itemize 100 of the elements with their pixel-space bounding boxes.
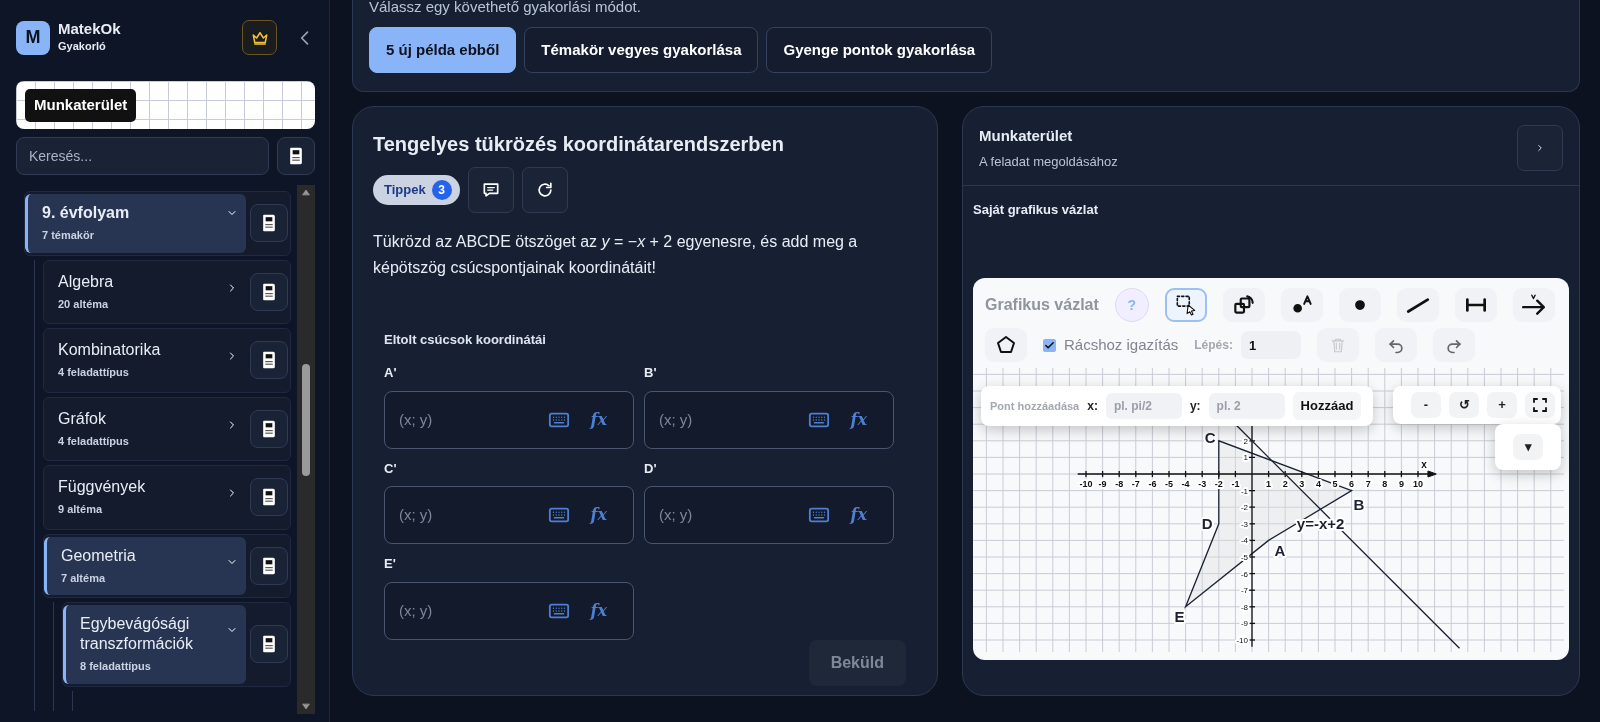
item-label: Kombinatorika xyxy=(58,340,162,360)
checkbox-label: Rácshoz igazítás xyxy=(1064,334,1179,355)
item-count: 8 feladattípus xyxy=(80,659,152,674)
coordinate-field[interactable]: (x; y) fx xyxy=(644,486,894,545)
refresh-button[interactable] xyxy=(521,167,568,213)
tick-label: -6 xyxy=(1240,569,1248,579)
book-button[interactable] xyxy=(250,409,288,448)
tree-item[interactable]: Geometria 7 altéma xyxy=(44,536,246,595)
line-tool[interactable] xyxy=(1396,288,1439,322)
x-field[interactable]: pl. pi/2 xyxy=(1105,392,1182,419)
mode-button[interactable]: Témakör vegyes gyakorlása xyxy=(524,26,759,73)
panel-title: Munkaterület xyxy=(979,126,1074,146)
transform-tool[interactable] xyxy=(1222,288,1265,322)
tick-label: -4 xyxy=(1240,536,1248,546)
polygon-tool[interactable] xyxy=(985,328,1027,362)
coordinate-field[interactable]: (x; y) fx xyxy=(384,486,634,545)
fullscreen-button[interactable] xyxy=(1525,392,1555,418)
app-subtitle: Gyakorló xyxy=(58,38,107,54)
formula-button[interactable]: fx xyxy=(850,503,867,528)
problem-title: Tengelyes tükrözés koordinátarendszerben xyxy=(373,132,785,157)
workspace-preview[interactable]: Munkaterület xyxy=(16,81,315,129)
labeled-point-tool[interactable] xyxy=(1280,288,1323,322)
vector-icon xyxy=(1520,292,1547,318)
scroll-down-icon[interactable] xyxy=(301,703,311,711)
tips-count: 3 xyxy=(431,180,452,200)
tick-label: 5 xyxy=(1332,479,1338,489)
field-label: D' xyxy=(644,459,658,478)
field-label: y: xyxy=(1189,397,1201,415)
redo-button[interactable] xyxy=(1432,328,1475,362)
tick-label: 9 xyxy=(1398,479,1404,489)
tick-label: 10 xyxy=(1413,479,1423,489)
tick-label: -9 xyxy=(1240,619,1248,629)
mode-button[interactable]: Gyenge pontok gyakorlása xyxy=(766,26,993,73)
tree-item[interactable]: 9. évfolyam 7 témakör xyxy=(25,194,246,253)
segment-tool[interactable] xyxy=(1454,288,1497,322)
reset-button[interactable]: ↺ xyxy=(1449,392,1479,418)
tick-label: -1 xyxy=(1240,486,1248,496)
item-count: 4 feladattípus xyxy=(58,365,130,380)
tick-label: 4 xyxy=(1315,479,1321,489)
section-label: Eltolt csúcsok koordinátái xyxy=(384,330,547,349)
tick-label: -8 xyxy=(1115,479,1124,489)
point-tool[interactable] xyxy=(1338,288,1381,322)
vector-tool[interactable] xyxy=(1512,288,1555,322)
reflection-line[interactable] xyxy=(1234,423,1461,649)
step-field[interactable]: 1 xyxy=(1240,331,1301,359)
item-label: Egybevágósági transzformációk xyxy=(80,614,194,654)
item-count: 7 altéma xyxy=(61,570,107,586)
step-label: Lépés: xyxy=(1194,337,1233,354)
item-count: 9 altéma xyxy=(58,502,104,517)
formula-button[interactable]: fx xyxy=(590,407,607,432)
coordinate-field[interactable]: (x; y) fx xyxy=(384,581,634,640)
tick-label: -3 xyxy=(1240,519,1248,529)
tick-label: -7 xyxy=(1131,479,1140,489)
tick-label: -8 xyxy=(1240,602,1248,612)
book-button[interactable] xyxy=(250,272,288,311)
premium-button[interactable] xyxy=(242,20,277,55)
vertex-label: E xyxy=(1174,607,1185,625)
undo-button[interactable] xyxy=(1374,328,1417,362)
vertex-label: D xyxy=(1201,514,1213,532)
book-button[interactable] xyxy=(250,341,288,380)
tick-label: 6 xyxy=(1349,479,1355,489)
tick-label: -10 xyxy=(1236,636,1248,645)
panel-title: Pont hozzáadása xyxy=(990,398,1080,414)
coordinate-field[interactable]: (x; y) fx xyxy=(644,390,894,449)
field-label: E' xyxy=(384,555,397,574)
book-button[interactable] xyxy=(250,546,288,585)
formula-button[interactable]: fx xyxy=(850,407,867,432)
coordinate-field[interactable]: (x; y) fx xyxy=(384,390,634,449)
comment-button[interactable] xyxy=(467,167,514,213)
search-field[interactable]: Keresés... xyxy=(16,137,269,175)
book-button[interactable] xyxy=(250,478,288,517)
tick-label: 7 xyxy=(1365,479,1371,489)
axis-label: x xyxy=(1421,459,1427,470)
tooltip: Munkaterület xyxy=(25,89,137,122)
add-button[interactable]: Hozzáad xyxy=(1292,392,1362,420)
book-button[interactable] xyxy=(250,625,288,664)
formula-button[interactable]: fx xyxy=(590,503,607,528)
zoom-in-button[interactable]: + xyxy=(1487,392,1517,418)
scroll-up-icon[interactable] xyxy=(301,188,311,196)
tick-label: 2 xyxy=(1243,436,1248,446)
vertex-label: A xyxy=(1274,542,1286,560)
scroll-thumb[interactable] xyxy=(302,363,310,476)
tick-label: -1 xyxy=(1231,479,1240,489)
book-button[interactable] xyxy=(277,137,315,175)
tips-button[interactable]: Tippek 3 xyxy=(373,175,460,205)
snap-checkbox[interactable] xyxy=(1043,338,1056,352)
sketch-title: Grafikus vázlat xyxy=(985,295,1099,315)
dropdown-button[interactable]: ▾ xyxy=(1513,434,1543,460)
book-button[interactable] xyxy=(250,204,288,243)
formula-button[interactable]: fx xyxy=(590,598,607,623)
tick-label: -5 xyxy=(1165,479,1173,489)
select-tool[interactable] xyxy=(1164,288,1207,322)
tick-label: -10 xyxy=(1079,479,1093,489)
item-label: Algebra xyxy=(58,271,115,292)
tree-item[interactable]: Egybevágósági transzformációk 8 feladattípus xyxy=(63,605,246,684)
scrollbar[interactable] xyxy=(297,185,315,714)
y-field[interactable]: pl. 2 xyxy=(1208,392,1285,419)
mode-button[interactable]: 5 új példa ebből xyxy=(369,26,517,73)
zoom-out-button[interactable]: - xyxy=(1411,392,1441,418)
tick-label: -6 xyxy=(1148,479,1157,489)
